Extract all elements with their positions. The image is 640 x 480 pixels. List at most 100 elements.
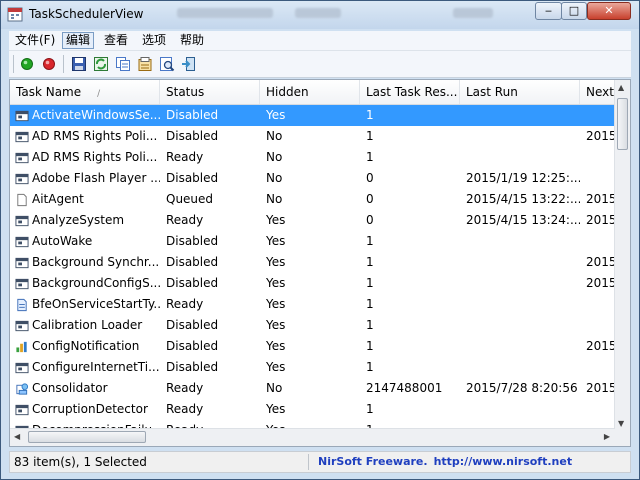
document-icon [17,193,27,206]
table-row[interactable]: ActivateWindowsSe... Disabled Yes 1 [10,105,616,126]
menu-file[interactable]: 文件(F) [12,33,58,48]
task-name-text: BackgroundConfigS... [32,276,160,290]
cell-result: 1 [366,318,374,332]
scroll-down-icon[interactable]: ▼ [618,419,624,428]
task-window-icon [15,110,29,121]
cell-status: Ready [166,297,204,311]
maximize-button[interactable]: □ [561,2,587,20]
find-button[interactable] [159,56,175,72]
column-header-last-task-result[interactable]: Last Task Res... [360,80,460,104]
column-header-status[interactable]: Status [160,80,260,104]
horizontal-scrollbar[interactable]: ◀ ▶ [10,428,614,446]
nirsoft-link[interactable]: NirSoft Freeware. http://www.nirsoft.net [318,452,572,472]
status-separator [308,454,309,470]
disable-task-button[interactable] [41,56,57,72]
vertical-scroll-thumb[interactable] [617,98,628,150]
cell-status: Disabled [166,339,219,353]
task-window-icon [15,257,29,268]
title-bar[interactable]: TaskSchedulerView ‒ □ ✕ [1,1,639,29]
table-row[interactable]: AitAgent Queued No 0 2015/4/15 13:22:... 2015… [10,189,616,210]
cell-next [580,294,616,315]
scroll-left-icon[interactable]: ◀ [14,432,20,441]
cell-result: 0 [366,171,374,185]
exit-button[interactable] [181,56,197,72]
table-row[interactable]: CorruptionDetector Ready Yes 1 [10,399,616,420]
column-header-last-run[interactable]: Last Run [460,80,580,104]
table-row[interactable]: Background Synchr... Disabled Yes 1 2015, [10,252,616,273]
scroll-right-icon[interactable]: ▶ [604,432,610,441]
task-window-icon [15,215,29,226]
horizontal-scroll-thumb[interactable] [28,431,146,443]
task-window-icon [15,236,29,247]
cell-next [580,399,616,420]
properties-button[interactable] [137,56,153,72]
cell-status: Disabled [166,255,219,269]
cell-last-run [460,147,580,168]
toolbar-separator [13,55,14,73]
cell-hidden: Yes [266,360,286,374]
cell-next [580,147,616,168]
minimize-button[interactable]: ‒ [535,2,562,20]
cell-status: Queued [166,192,214,206]
consolidator-icon [16,382,29,395]
cell-last-run: 2015/4/15 13:22:... [466,192,580,206]
task-window-icon [15,320,29,331]
cell-hidden: No [266,129,283,143]
menu-edit[interactable]: 编辑 [62,32,95,49]
red-circle-icon [43,58,55,70]
cell-hidden: Yes [266,339,286,353]
task-window-icon [15,173,29,184]
calendar-app-icon [7,7,23,22]
table-row[interactable]: AD RMS Rights Poli... Disabled No 1 2015, [10,126,616,147]
url-text: http://www.nirsoft.net [433,455,573,468]
task-list[interactable]: Task Name ∕ Status Hidden Last Task Res..… [9,79,631,447]
close-button[interactable]: ✕ [587,2,631,20]
cell-name: AitAgent [10,189,160,210]
copy-icon [116,57,130,71]
sort-indicator-icon: ∕ [97,89,101,99]
scroll-up-icon[interactable]: ▲ [618,83,624,92]
table-row[interactable]: Consolidator Ready No 2147488001 2015/7/28 8… [10,378,616,399]
cell-status: Disabled [166,318,219,332]
app-window: TaskSchedulerView ‒ □ ✕ 文件(F) 编辑 查看 选项 帮… [0,0,640,480]
table-row[interactable]: AD RMS Rights Poli... Ready No 1 [10,147,616,168]
cell-result: 2147488001 [366,381,443,395]
cell-next: 2015, [586,213,616,227]
cell-last-run [460,126,580,147]
enable-task-button[interactable] [19,56,35,72]
table-row[interactable]: ConfigureInternetTi... Disabled Yes 1 [10,357,616,378]
find-icon [160,57,175,72]
column-header-hidden[interactable]: Hidden [260,80,360,104]
exit-icon [182,57,195,71]
cell-last-run [460,231,580,252]
cell-name: ActivateWindowsSe... [10,105,160,126]
copy-button[interactable] [115,56,131,72]
menu-options[interactable]: 选项 [139,33,169,48]
save-button[interactable] [71,56,87,72]
table-row[interactable]: ConfigNotification Disabled Yes 1 2015, [10,336,616,357]
column-header-task-name[interactable]: Task Name ∕ [10,80,160,104]
cell-hidden: Yes [266,402,286,416]
cell-result: 1 [366,297,374,311]
cell-result: 1 [366,150,374,164]
cell-name: AnalyzeSystem [10,210,160,231]
menu-view[interactable]: 查看 [101,33,131,48]
cell-next [580,168,616,189]
table-row[interactable]: AutoWake Disabled Yes 1 [10,231,616,252]
cell-result: 1 [360,105,460,126]
floppy-disk-icon [72,57,86,71]
table-row[interactable]: AnalyzeSystem Ready Yes 0 2015/4/15 13:24:..… [10,210,616,231]
vertical-scrollbar[interactable]: ▲ ▼ [614,80,630,431]
cell-next [580,357,616,378]
task-name-text: Calibration Loader [32,318,143,332]
menu-help[interactable]: 帮助 [177,33,207,48]
table-row[interactable]: BackgroundConfigS... Disabled Yes 1 2015, [10,273,616,294]
table-row[interactable]: Adobe Flash Player ... Disabled No 0 2015/1/… [10,168,616,189]
table-row[interactable]: Calibration Loader Disabled Yes 1 [10,315,616,336]
refresh-button[interactable] [93,56,109,72]
table-row[interactable]: BfeOnServiceStartTy... Ready Yes 1 [10,294,616,315]
cell-name: Adobe Flash Player ... [10,168,160,189]
cell-name: AD RMS Rights Poli... [10,147,160,168]
cell-status: Disabled [166,360,219,374]
cell-status: Disabled [166,171,219,185]
